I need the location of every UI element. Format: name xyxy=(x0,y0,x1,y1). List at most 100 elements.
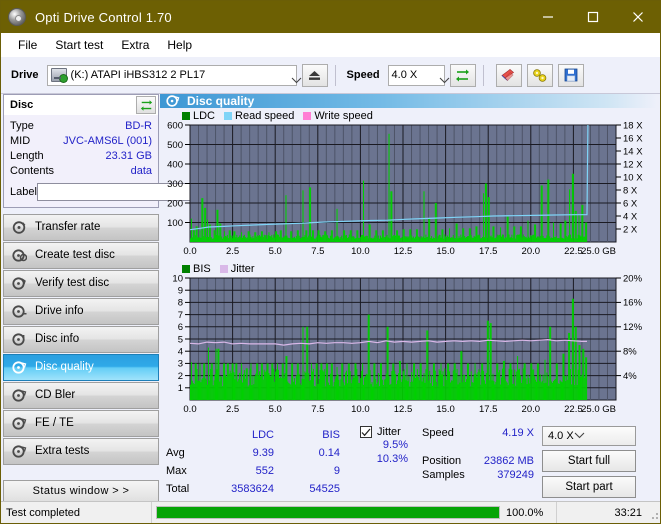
save-button[interactable] xyxy=(558,64,584,87)
menu-start-test[interactable]: Start test xyxy=(46,36,112,54)
nav-list: Transfer rate Create test disc Verify te… xyxy=(3,214,159,465)
minimize-icon[interactable] xyxy=(525,1,570,33)
status-window-button[interactable]: Status window > > xyxy=(3,480,159,502)
progress-percent: 100.0% xyxy=(506,507,552,519)
window-title: Opti Drive Control 1.70 xyxy=(35,10,172,25)
status-bar: Test completed 100.0% 33:21 xyxy=(1,501,661,523)
svg-text:20.0: 20.0 xyxy=(522,404,541,415)
svg-text:4%: 4% xyxy=(623,371,637,382)
sidebar-item-transfer-rate[interactable]: Transfer rate xyxy=(3,214,159,241)
svg-text:10: 10 xyxy=(172,275,183,284)
svg-text:17.5: 17.5 xyxy=(479,246,498,257)
svg-text:6 X: 6 X xyxy=(623,198,638,209)
samples-row: Samples 379249 xyxy=(422,468,534,482)
speed-stat-value: 4.19 X xyxy=(474,426,534,440)
legend-label-jitter: Jitter xyxy=(231,263,255,275)
legend-swatch-ldc xyxy=(182,112,190,120)
svg-text:2 X: 2 X xyxy=(623,224,638,235)
position-label: Position xyxy=(422,454,474,468)
legend-label-bis: BIS xyxy=(193,263,211,275)
drive-icon xyxy=(51,68,67,82)
disc-label-row: Label xyxy=(10,182,152,202)
sidebar-item-label: Create test disc xyxy=(35,250,115,262)
menu-file[interactable]: File xyxy=(9,36,46,54)
sidebar-item-disc-quality[interactable]: Disc quality xyxy=(3,354,159,381)
close-icon[interactable] xyxy=(615,1,660,33)
col-header-ldc: LDC xyxy=(214,426,280,444)
start-full-button[interactable]: Start full xyxy=(542,450,636,472)
test-speed-select[interactable]: 4.0 X xyxy=(542,426,636,446)
svg-text:8%: 8% xyxy=(623,347,637,358)
eject-button[interactable] xyxy=(302,64,328,87)
sidebar-item-create-test-disc[interactable]: Create test disc xyxy=(3,242,159,269)
elapsed-time: 33:21 xyxy=(556,502,648,523)
disc-mid-value: JVC-AMS6L (001) xyxy=(63,134,152,149)
legend-label-read-speed: Read speed xyxy=(235,110,294,122)
fe-te-icon xyxy=(12,416,27,431)
svg-text:12%: 12% xyxy=(623,322,643,333)
sidebar-item-disc-info[interactable]: Disc info xyxy=(3,326,159,353)
sidebar: Disc Type BD-R MID JVC-AMS6 xyxy=(1,94,159,494)
svg-text:5.0: 5.0 xyxy=(269,246,282,257)
disc-contents-value: data xyxy=(131,164,152,179)
svg-text:25.0 GB: 25.0 GB xyxy=(581,246,616,257)
svg-text:12.5: 12.5 xyxy=(394,404,413,415)
sidebar-item-label: Verify test disc xyxy=(35,278,109,290)
disc-panel-header: Disc xyxy=(3,94,159,115)
chart1-canvas: 0.02.55.07.510.012.515.017.520.022.525.0… xyxy=(160,122,654,257)
jitter-avg-value: 9.5% xyxy=(360,438,408,452)
maximize-icon[interactable] xyxy=(570,1,615,33)
position-row: Position 23862 MB xyxy=(422,454,534,468)
max-ldc-value: 552 xyxy=(214,462,280,480)
drive-select-value: (K:) ATAPI iHBS312 2 PL17 xyxy=(71,69,206,81)
speed-stat-label: Speed xyxy=(422,426,474,440)
erase-button[interactable] xyxy=(496,64,522,87)
settings-button[interactable] xyxy=(527,64,553,87)
menu-extra[interactable]: Extra xyxy=(112,36,158,54)
sidebar-item-fe-te[interactable]: FE / TE xyxy=(3,410,159,437)
main-body: Disc Type BD-R MID JVC-AMS6 xyxy=(1,94,660,494)
sidebar-item-cd-bler[interactable]: CD Bler xyxy=(3,382,159,409)
start-part-button[interactable]: Start part xyxy=(542,476,636,498)
position-value: 23862 MB xyxy=(474,454,534,468)
menu-help[interactable]: Help xyxy=(158,36,201,54)
svg-text:8 X: 8 X xyxy=(623,185,638,196)
svg-text:600: 600 xyxy=(167,122,183,131)
jitter-checkbox[interactable] xyxy=(360,426,372,438)
svg-text:22.5: 22.5 xyxy=(564,246,583,257)
table-header-row: LDC BIS xyxy=(166,426,346,444)
legend-label-ldc: LDC xyxy=(193,110,215,122)
speed-select[interactable]: 4.0 X xyxy=(388,65,445,86)
menu-bar: File Start test Extra Help xyxy=(1,33,660,57)
svg-text:18 X: 18 X xyxy=(623,122,643,131)
svg-text:2.5: 2.5 xyxy=(226,246,239,257)
resize-grip[interactable] xyxy=(648,502,661,523)
refresh-button[interactable] xyxy=(450,64,476,87)
svg-text:200: 200 xyxy=(167,198,183,209)
extra-tests-icon xyxy=(12,444,27,459)
sidebar-item-drive-info[interactable]: Drive info xyxy=(3,298,159,325)
disc-refresh-button[interactable] xyxy=(136,96,156,114)
sidebar-item-extra-tests[interactable]: Extra tests xyxy=(3,438,159,465)
panel-title: Disc quality xyxy=(187,94,254,108)
drive-select[interactable]: (K:) ATAPI iHBS312 2 PL17 xyxy=(47,65,297,86)
max-bis-value: 9 xyxy=(280,462,346,480)
drive-label: Drive xyxy=(11,69,39,81)
svg-text:6: 6 xyxy=(178,322,183,333)
svg-text:500: 500 xyxy=(167,140,183,151)
sidebar-item-verify-test-disc[interactable]: Verify test disc xyxy=(3,270,159,297)
svg-text:9: 9 xyxy=(178,286,183,297)
svg-text:10.0: 10.0 xyxy=(351,404,370,415)
svg-text:0.0: 0.0 xyxy=(183,404,196,415)
total-ldc-value: 3583624 xyxy=(214,480,280,498)
disc-quality-icon xyxy=(166,94,180,108)
jitter-toggle[interactable]: Jitter xyxy=(360,426,408,438)
progress-bar-fill xyxy=(157,507,499,518)
avg-ldc-value: 9.39 xyxy=(214,444,280,462)
svg-text:2: 2 xyxy=(178,371,183,382)
svg-text:8: 8 xyxy=(178,298,183,309)
speed-label: Speed xyxy=(347,69,380,81)
chart-ldc-speed: LDC Read speed Write speed 0.02.55.07.51… xyxy=(160,109,657,260)
svg-text:4: 4 xyxy=(178,347,183,358)
speed-select-value: 4.0 X xyxy=(392,69,418,81)
